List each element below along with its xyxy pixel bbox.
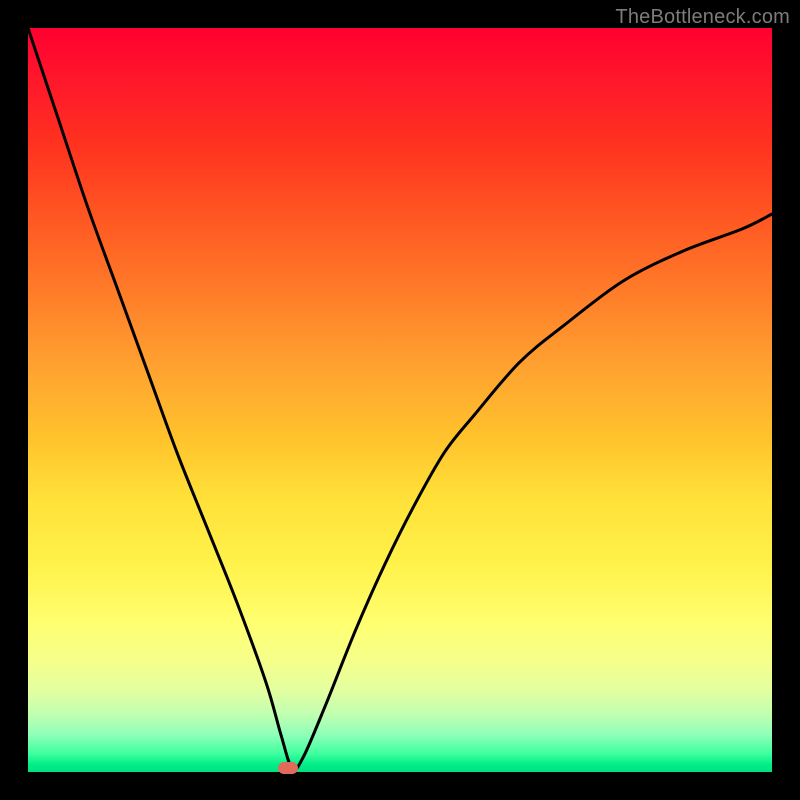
- plot-area: [28, 28, 772, 772]
- curve-svg: [28, 28, 772, 772]
- watermark-text: TheBottleneck.com: [615, 6, 790, 29]
- bottleneck-curve-path: [28, 28, 772, 770]
- chart-frame: TheBottleneck.com: [0, 0, 800, 800]
- minimum-marker: [278, 762, 298, 774]
